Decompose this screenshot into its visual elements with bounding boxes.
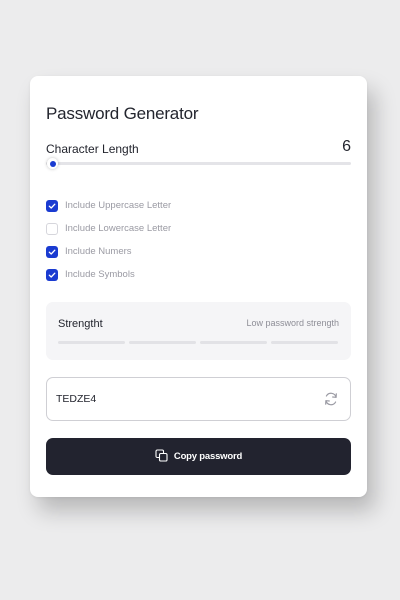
option-label: Include Lowercase Letter <box>65 223 172 234</box>
option-uppercase[interactable]: Include Uppercase Letter <box>46 194 171 217</box>
strength-panel: Strengtht Low password strength <box>46 302 351 360</box>
check-icon <box>48 272 56 278</box>
strength-description: Low password strength <box>246 318 339 328</box>
option-label: Include Symbols <box>65 269 135 280</box>
copy-password-label: Copy password <box>173 451 243 462</box>
options-list: Include Uppercase Letter Include Lowerca… <box>46 194 171 286</box>
symbols-checkbox[interactable] <box>46 268 58 281</box>
refresh-icon[interactable] <box>323 391 339 407</box>
character-length-slider[interactable] <box>46 158 351 170</box>
check-icon <box>48 249 56 255</box>
character-length-label: Character Length <box>46 142 139 156</box>
option-lowercase[interactable]: Include Lowercase Letter <box>46 217 171 240</box>
option-numbers[interactable]: Include Numers <box>46 240 171 263</box>
generated-password-field[interactable]: TEDZE4 <box>46 377 351 421</box>
lowercase-checkbox[interactable] <box>46 222 58 235</box>
numbers-checkbox[interactable] <box>46 245 58 258</box>
generated-password: TEDZE4 <box>56 393 97 405</box>
copy-icon <box>155 448 168 462</box>
strength-bar <box>200 341 267 344</box>
slider-thumb[interactable] <box>47 158 59 169</box>
strength-bar <box>271 341 338 344</box>
strength-bar <box>58 341 125 344</box>
strength-meter <box>58 341 338 344</box>
option-label: Include Numers <box>65 246 132 257</box>
check-icon <box>48 203 56 209</box>
uppercase-checkbox[interactable] <box>46 199 58 212</box>
strength-label: Strengtht <box>58 318 103 330</box>
copy-password-button[interactable]: Copy password <box>46 438 351 475</box>
option-symbols[interactable]: Include Symbols <box>46 263 171 286</box>
page-title: Password Generator <box>46 104 199 123</box>
character-length-value: 6 <box>342 138 351 155</box>
slider-track <box>46 162 351 165</box>
strength-bar <box>129 341 196 344</box>
password-generator-card: Password Generator Character Length 6 In… <box>30 76 367 497</box>
option-label: Include Uppercase Letter <box>65 200 172 211</box>
